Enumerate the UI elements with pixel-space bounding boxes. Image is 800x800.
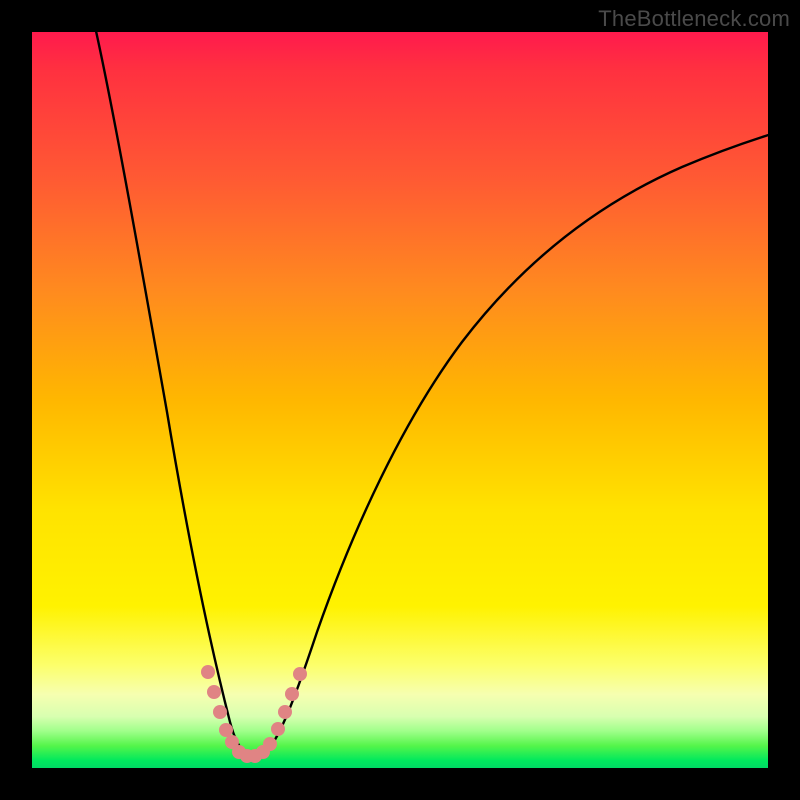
chart-frame: TheBottleneck.com [0, 0, 800, 800]
plot-area [32, 32, 768, 768]
curve-layer [32, 32, 768, 768]
watermark-text: TheBottleneck.com [598, 6, 790, 32]
highlight-band [201, 665, 307, 763]
bottleneck-curve [94, 32, 768, 755]
